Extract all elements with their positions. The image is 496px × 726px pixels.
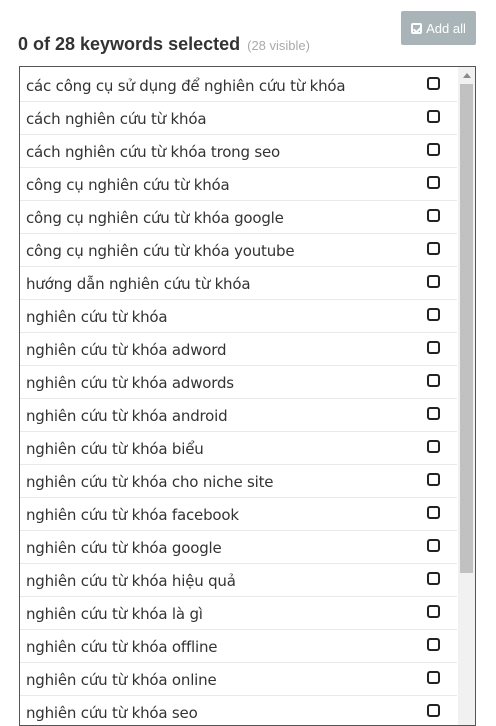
keyword-checkbox[interactable] [427,176,440,189]
keyword-label: nghiên cứu từ khóa offline [26,638,218,656]
keyword-label: nghiên cứu từ khóa cho niche site [26,473,274,491]
keyword-row[interactable]: cách nghiên cứu từ khóa [20,102,457,135]
keyword-row[interactable]: nghiên cứu từ khóa google [20,531,457,564]
scroll-up-arrow-icon[interactable] [458,67,475,83]
add-all-button[interactable]: Add all [401,11,476,45]
keyword-label: nghiên cứu từ khóa online [26,671,217,689]
keyword-rows: các công cụ sử dụng để nghiên cứu từ khó… [20,69,457,725]
keyword-checkbox[interactable] [427,308,440,321]
keyword-checkbox[interactable] [427,638,440,651]
keyword-checkbox[interactable] [427,572,440,585]
keyword-row[interactable]: nghiên cứu từ khóa hiệu quả [20,564,457,597]
keyword-label: công cụ nghiên cứu từ khóa google [26,209,284,227]
keyword-checkbox[interactable] [427,440,440,453]
keyword-row[interactable]: nghiên cứu từ khóa [20,300,457,333]
keyword-row[interactable]: nghiên cứu từ khóa cho niche site [20,465,457,498]
keyword-label: nghiên cứu từ khóa android [26,407,228,425]
keyword-checkbox[interactable] [427,209,440,222]
keyword-row[interactable]: công cụ nghiên cứu từ khóa youtube [20,234,457,267]
keyword-row[interactable]: nghiên cứu từ khóa adwords [20,366,457,399]
keyword-checkbox[interactable] [427,242,440,255]
keyword-row[interactable]: nghiên cứu từ khóa facebook [20,498,457,531]
keyword-row[interactable]: nghiên cứu từ khóa adword [20,333,457,366]
keyword-label: các công cụ sử dụng để nghiên cứu từ khó… [26,77,346,95]
keyword-checkbox[interactable] [427,341,440,354]
keyword-row[interactable]: công cụ nghiên cứu từ khóa google [20,201,457,234]
add-all-label: Add all [426,20,466,36]
keyword-label: công cụ nghiên cứu từ khóa [26,176,230,194]
keyword-row[interactable]: nghiên cứu từ khóa android [20,399,457,432]
keyword-checkbox[interactable] [427,506,440,519]
keyword-checkbox[interactable] [427,605,440,618]
keyword-label: cách nghiên cứu từ khóa [26,110,207,128]
scrollbar[interactable] [458,67,475,725]
keyword-label: nghiên cứu từ khóa adword [26,341,227,359]
keyword-label: nghiên cứu từ khóa adwords [26,374,234,392]
header: 0 of 28 keywords selected (28 visible) A… [0,0,496,66]
keyword-row[interactable]: nghiên cứu từ khóa biểu [20,432,457,465]
keyword-row[interactable]: nghiên cứu từ khóa online [20,663,457,696]
keyword-label: nghiên cứu từ khóa google [26,539,222,557]
keyword-checkbox[interactable] [427,539,440,552]
keyword-row[interactable]: nghiên cứu từ khóa offline [20,630,457,663]
keyword-checkbox[interactable] [427,275,440,288]
selected-count-label: 0 of 28 keywords selected [18,34,241,54]
keyword-checkbox[interactable] [427,473,440,486]
keyword-checkbox[interactable] [427,671,440,684]
keyword-label: cách nghiên cứu từ khóa trong seo [26,143,280,161]
keyword-row[interactable]: các công cụ sử dụng để nghiên cứu từ khó… [20,69,457,102]
keyword-checkbox[interactable] [427,704,440,717]
keyword-row[interactable]: hướng dẫn nghiên cứu từ khóa [20,267,457,300]
keyword-label: nghiên cứu từ khóa hiệu quả [26,572,236,590]
keyword-row[interactable]: nghiên cứu từ khóa seo [20,696,457,725]
keyword-label: nghiên cứu từ khóa biểu [26,440,204,458]
keyword-checkbox[interactable] [427,143,440,156]
keyword-row[interactable]: nghiên cứu từ khóa là gì [20,597,457,630]
keyword-checkbox[interactable] [427,374,440,387]
keyword-label: nghiên cứu từ khóa facebook [26,506,239,524]
keyword-checkbox[interactable] [427,407,440,420]
keyword-row[interactable]: cách nghiên cứu từ khóa trong seo [20,135,457,168]
keyword-label: nghiên cứu từ khóa là gì [26,605,203,623]
keyword-label: hướng dẫn nghiên cứu từ khóa [26,275,251,293]
keyword-checkbox[interactable] [427,110,440,123]
keyword-row[interactable]: công cụ nghiên cứu từ khóa [20,168,457,201]
keyword-label: nghiên cứu từ khóa seo [26,704,198,722]
keyword-list[interactable]: các công cụ sử dụng để nghiên cứu từ khó… [19,66,476,726]
check-square-icon [411,22,423,34]
page-title: 0 of 28 keywords selected (28 visible) [18,34,310,55]
scrollbar-thumb[interactable] [460,84,473,573]
keyword-label: công cụ nghiên cứu từ khóa youtube [26,242,295,260]
keyword-label: nghiên cứu từ khóa [26,308,168,326]
keyword-checkbox[interactable] [427,77,440,90]
visible-count-label: (28 visible) [247,38,310,53]
